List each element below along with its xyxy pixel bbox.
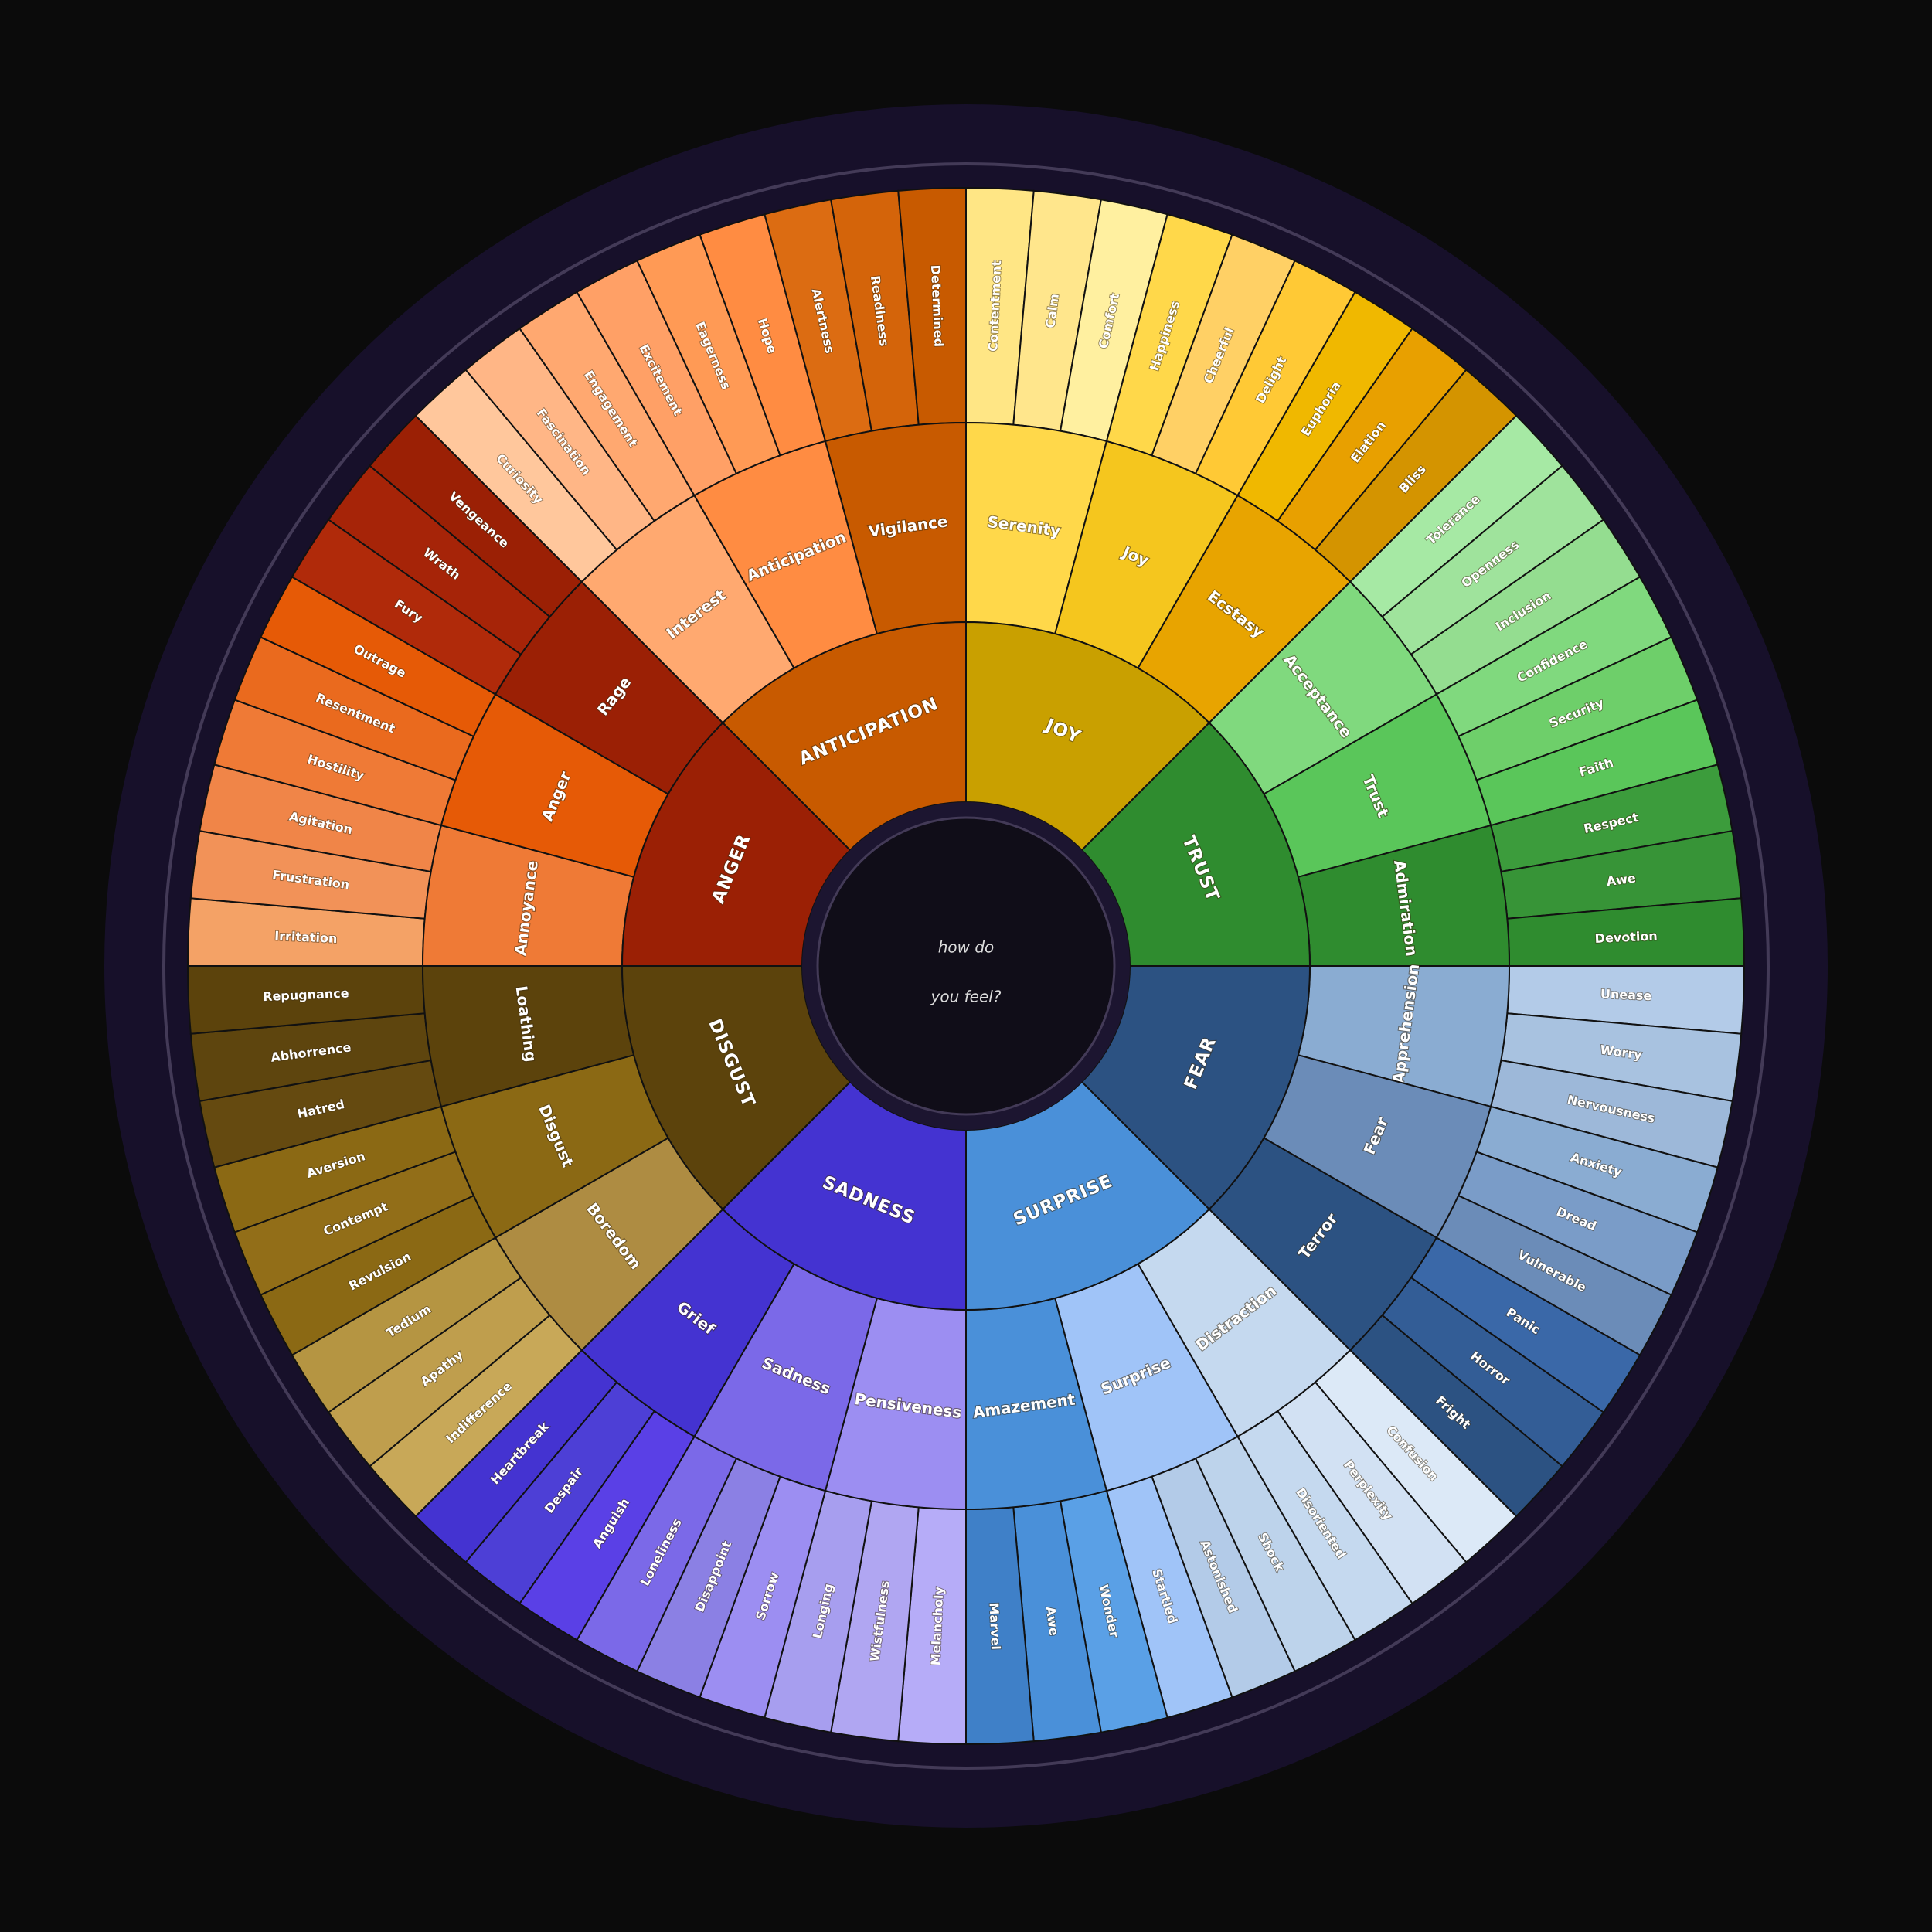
label-devotion: Devotion — [1594, 928, 1658, 946]
center-hole — [816, 816, 1116, 1116]
label-irritation: Irritation — [274, 928, 338, 946]
center-prompt-line-2: you feel? — [930, 988, 1002, 1006]
center-prompt-line-1: how do — [938, 938, 995, 957]
emotion-wheel: Contentment Calm Comfort Happiness Cheerful D… — [0, 0, 1932, 1932]
label-marvel: Marvel — [986, 1602, 1003, 1650]
label-unease: Unease — [1600, 986, 1652, 1003]
